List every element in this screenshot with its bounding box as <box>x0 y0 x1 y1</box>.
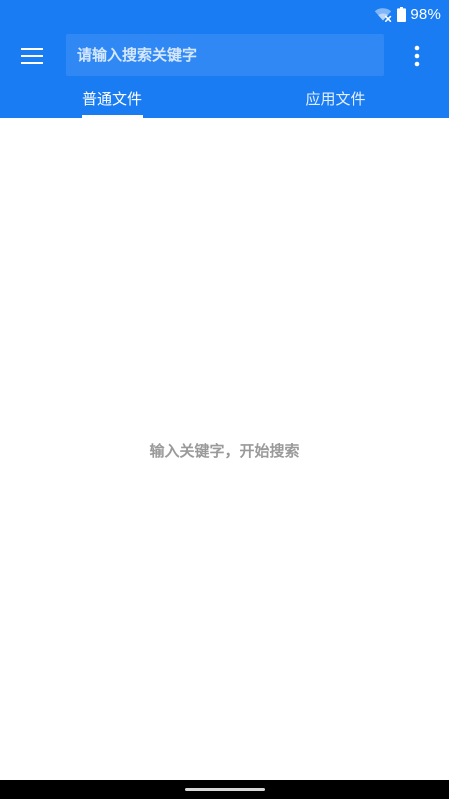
app-bar: 普通文件 应用文件 <box>0 28 449 118</box>
more-vert-icon <box>414 45 420 67</box>
search-results-area: 输入关键字，开始搜索 <box>0 118 449 780</box>
hamburger-menu-icon <box>21 48 43 64</box>
tab-app-files-label: 应用文件 <box>305 90 366 108</box>
battery-icon <box>397 6 407 22</box>
empty-state-hint: 输入关键字，开始搜索 <box>149 442 300 460</box>
search-input[interactable] <box>66 34 384 76</box>
status-icons: 98% <box>374 4 441 24</box>
more-options-button[interactable] <box>403 40 431 72</box>
tab-regular-files-label: 普通文件 <box>82 90 143 108</box>
tab-app-files[interactable]: 应用文件 <box>225 82 449 118</box>
status-bar: 98% <box>0 0 449 28</box>
tab-bar: 普通文件 应用文件 <box>0 82 449 118</box>
home-gesture-handle[interactable] <box>185 788 265 791</box>
tab-regular-files[interactable]: 普通文件 <box>0 82 225 118</box>
wifi-off-icon <box>375 8 392 22</box>
system-navigation-bar <box>0 780 449 799</box>
battery-percentage: 98% <box>410 5 441 23</box>
search-box[interactable] <box>66 34 384 76</box>
menu-button[interactable] <box>14 40 50 72</box>
